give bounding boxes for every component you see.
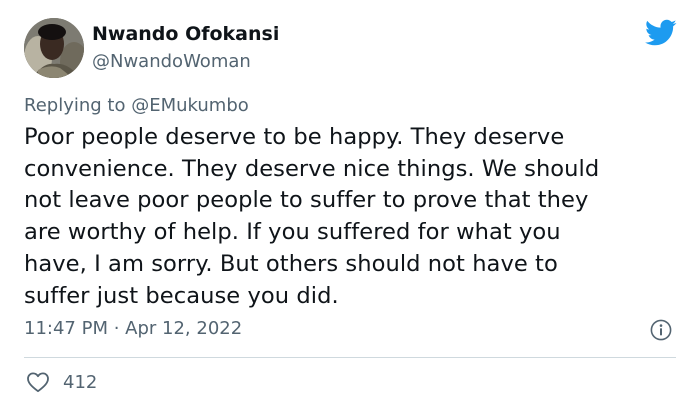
tweet-line: Poor people deserve to be happy. They de…: [24, 124, 565, 150]
tweet-line: not leave poor people to suffer to prove…: [24, 187, 589, 214]
tweet-line: convenience. They deserve nice things. W…: [24, 155, 600, 182]
avatar[interactable]: [24, 18, 84, 78]
meta-separator: ·: [107, 318, 126, 339]
heart-icon[interactable]: [26, 371, 50, 393]
tweet-date: Apr 12, 2022: [125, 318, 243, 339]
replying-to-label: Replying to: [24, 95, 132, 116]
tweet-text: Poor people deserve to be happy. They de…: [24, 122, 684, 312]
tweet-line: are worthy of help. If you suffered for …: [24, 219, 561, 246]
avatar-photo: [24, 18, 84, 78]
tweet-line: suffer just because you did.: [24, 282, 339, 309]
author-handle[interactable]: @NwandoWoman: [92, 51, 251, 72]
author-name[interactable]: Nwando Ofokansi: [92, 23, 279, 45]
twitter-bird-icon[interactable]: [645, 19, 677, 47]
tweet-time: 11:47 PM: [24, 318, 108, 339]
tweet-timestamp[interactable]: 11:47 PM · Apr 12, 2022: [24, 318, 242, 339]
like-count: 412: [63, 372, 98, 393]
info-icon[interactable]: [650, 319, 672, 341]
divider: [24, 357, 676, 358]
tweet-line: have, I am sorry. But others should not …: [24, 250, 558, 277]
reply-mention-link[interactable]: @EMukumbo: [131, 95, 249, 116]
replying-to: Replying to @EMukumbo: [24, 95, 249, 116]
